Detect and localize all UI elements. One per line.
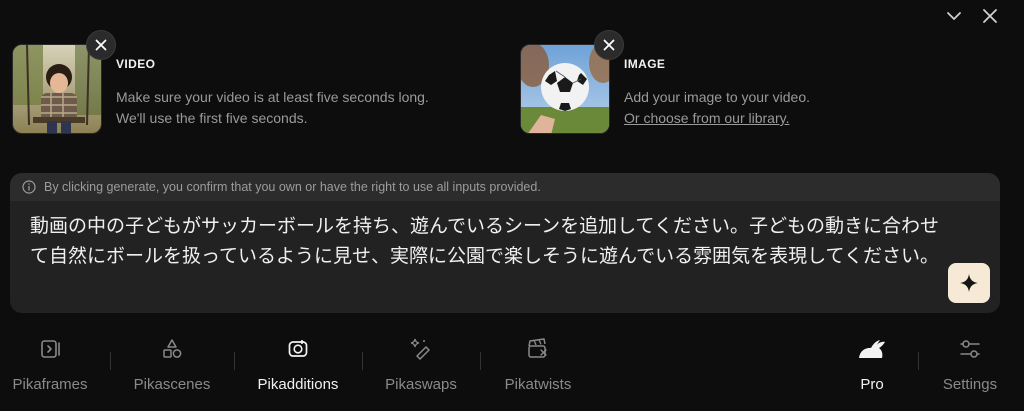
nav-label: Pikatwists [504, 376, 572, 393]
nav-pro[interactable]: Pro [846, 330, 898, 393]
image-thumbnail-image [521, 45, 609, 133]
disclaimer-bar: By clicking generate, you confirm that y… [10, 173, 1000, 201]
choose-from-library-link[interactable]: Or choose from our library. [624, 108, 810, 129]
close-panel-button[interactable] [980, 6, 1000, 26]
nav-label: Pikadditions [257, 376, 339, 393]
video-card-title: VIDEO [116, 57, 156, 71]
prompt-box: By clicking generate, you confirm that y… [10, 173, 1000, 313]
close-icon [983, 9, 997, 23]
nav-settings[interactable]: Settings [936, 330, 1004, 393]
generate-button[interactable] [948, 263, 990, 303]
nav-divider [480, 352, 481, 370]
nav-settings-label: Settings [942, 376, 998, 393]
prompt-input[interactable]: 動画の中の子どもがサッカーボールを持ち、遊んでいるシーンを追加してください。子ど… [30, 211, 950, 271]
nav-pikaframes[interactable]: Pikaframes [10, 330, 90, 393]
nav-pikaswaps[interactable]: Pikaswaps [380, 330, 462, 393]
nav-divider [362, 352, 363, 370]
remove-video-button[interactable] [86, 30, 116, 60]
image-thumbnail[interactable] [520, 44, 610, 134]
video-card-desc-line1: Make sure your video is at least five se… [116, 89, 429, 105]
remove-image-button[interactable] [594, 30, 624, 60]
video-thumbnail-wrap [12, 30, 116, 134]
nav-label: Pikaframes [12, 376, 88, 393]
image-card-text: IMAGE Add your image to your video. Or c… [624, 44, 810, 134]
rabbit-icon [857, 334, 887, 364]
image-card-title: IMAGE [624, 57, 666, 71]
nav-divider [110, 352, 111, 370]
nav-label: Pikascenes [133, 376, 211, 393]
nav-label: Pikaswaps [385, 376, 457, 393]
collapse-button[interactable] [944, 6, 964, 26]
close-icon [95, 39, 107, 51]
image-thumbnail-wrap [520, 30, 624, 134]
clapperboard-icon [526, 334, 550, 364]
nav-divider [918, 352, 919, 370]
bottom-nav: Pikaframes Pikascenes Pikadditions Pikas… [0, 330, 1024, 400]
nav-pro-label: Pro [860, 376, 884, 393]
image-card-desc: Add your image to your video. [624, 89, 810, 105]
video-thumbnail[interactable] [12, 44, 102, 134]
video-card-text: VIDEO Make sure your video is at least f… [116, 44, 429, 134]
sparkle-icon [960, 274, 978, 292]
disclaimer-text: By clicking generate, you confirm that y… [44, 180, 541, 194]
info-icon [22, 180, 36, 194]
frames-icon [39, 334, 61, 364]
window-controls [944, 6, 1000, 26]
sliders-icon [959, 334, 981, 364]
nav-divider [234, 352, 235, 370]
add-object-icon [287, 334, 309, 364]
magic-brush-icon [409, 334, 433, 364]
video-card: VIDEO Make sure your video is at least f… [12, 30, 429, 134]
nav-pikatwists[interactable]: Pikatwists [498, 330, 578, 393]
close-icon [603, 39, 615, 51]
chevron-down-icon [947, 12, 961, 20]
video-thumbnail-image [13, 45, 101, 133]
nav-pikascenes[interactable]: Pikascenes [128, 330, 216, 393]
nav-pikadditions[interactable]: Pikadditions [252, 330, 344, 393]
video-card-desc-line2: We'll use the first five seconds. [116, 110, 308, 126]
shapes-icon [161, 334, 183, 364]
image-card: IMAGE Add your image to your video. Or c… [520, 30, 810, 134]
